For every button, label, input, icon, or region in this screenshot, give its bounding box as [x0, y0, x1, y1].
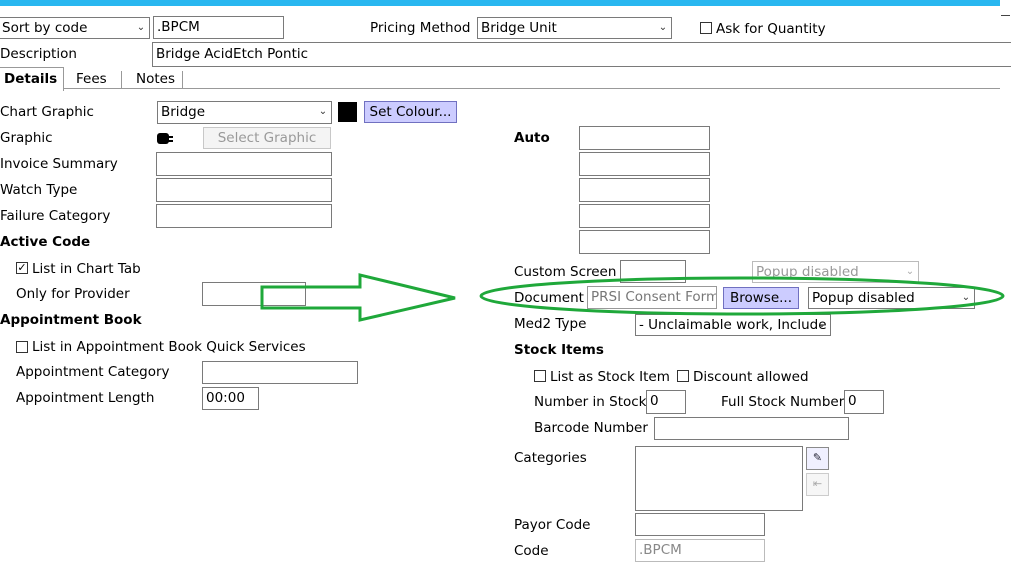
annotation-overlay: [260, 273, 1005, 322]
highlight-ellipse: [479, 276, 1005, 316]
pointer-arrow-icon: [260, 273, 456, 322]
